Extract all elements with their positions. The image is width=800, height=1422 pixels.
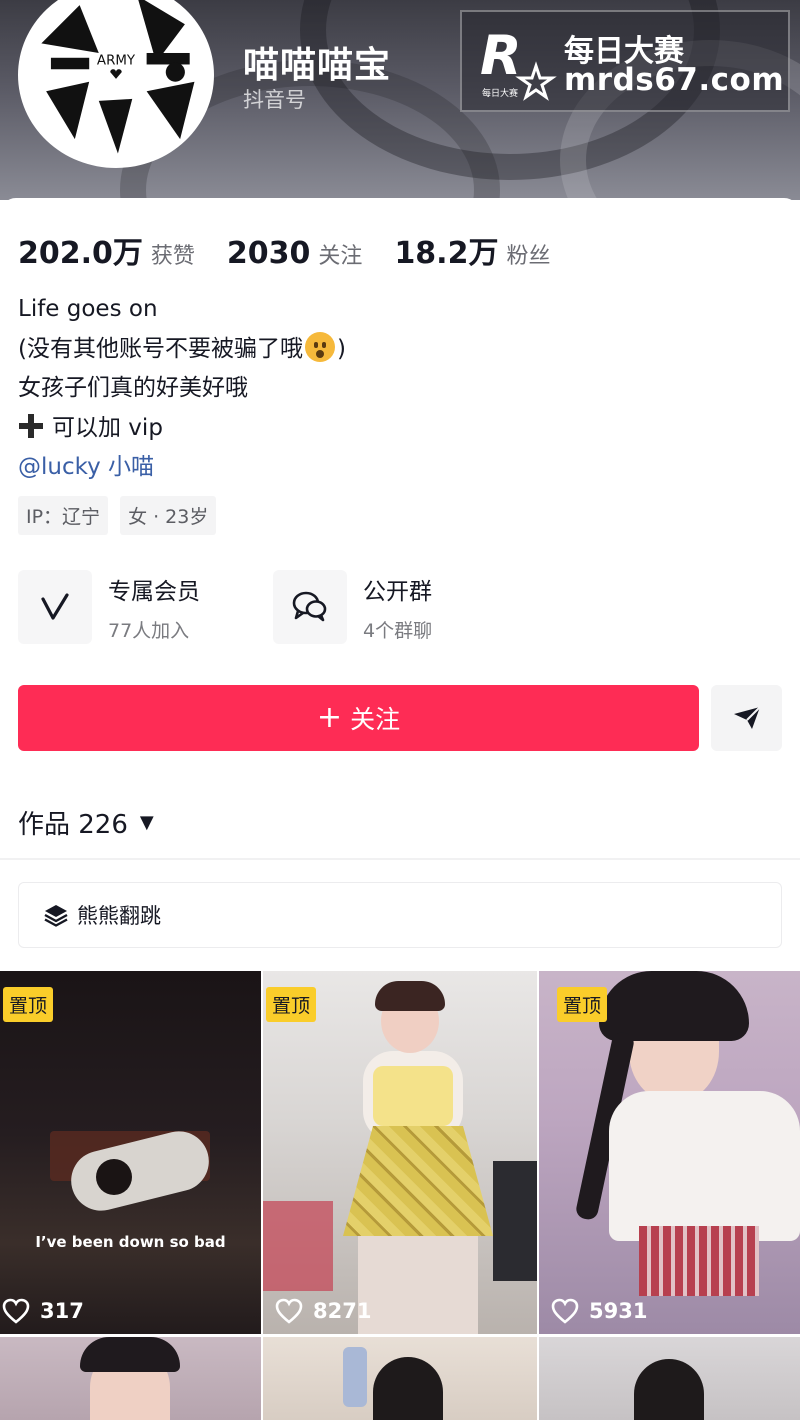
heart-icon	[275, 1298, 303, 1324]
heart-icon	[2, 1298, 30, 1324]
video-thumbnail[interactable]	[0, 1337, 261, 1420]
stat-followers-label: 粉丝	[506, 244, 551, 269]
thumbnail-scene	[343, 1126, 493, 1236]
profile-header: ARMY 喵喵喵宝 抖音号 R 每日大赛 每日大赛 mrds67.com	[0, 0, 800, 200]
bio-line-4: 可以加 vip	[18, 409, 346, 449]
thumbnail-scene	[343, 1347, 367, 1407]
stat-likes[interactable]: 202.0万 获赞	[18, 228, 195, 272]
thumbnail-scene	[375, 981, 445, 1011]
bio-line-3: 女孩子们真的好美好哦	[18, 375, 248, 401]
stat-following[interactable]: 2030 关注	[227, 236, 363, 271]
like-count: 8271	[275, 1298, 371, 1324]
plus-icon: +	[316, 700, 343, 735]
thumbnail-scene	[609, 1091, 800, 1241]
stat-following-label: 关注	[318, 244, 363, 269]
chat-group-icon	[273, 570, 347, 644]
like-count-value: 8271	[313, 1299, 372, 1323]
bio-line-4-text: 可以加 vip	[52, 414, 163, 441]
like-count-value: 317	[40, 1299, 84, 1323]
feature-title: 专属会员	[108, 578, 200, 605]
exclusive-membership-entry[interactable]: 专属会员 77人加入	[18, 570, 273, 644]
video-thumbnail[interactable]: 置顶 5931	[539, 971, 800, 1334]
caret-down-icon: ▼	[139, 812, 154, 833]
like-count: 5931	[551, 1298, 647, 1324]
thumbnail-scene	[96, 1159, 132, 1195]
thumbnail-scene	[639, 1226, 759, 1296]
ip-location-tag: IP：辽宁	[18, 496, 109, 535]
pinned-badge: 置顶	[266, 987, 317, 1022]
avatar-artwork: ARMY	[27, 0, 205, 164]
works-label: 作品 226	[18, 810, 128, 840]
stat-following-value: 2030	[226, 236, 311, 271]
watermark-logo-text: 每日大赛	[482, 87, 518, 99]
thumbnail-scene	[373, 1357, 443, 1420]
feature-title: 公开群	[363, 578, 432, 605]
stat-likes-label: 获赞	[150, 244, 195, 269]
collection-entry[interactable]: 熊熊翻跳	[18, 882, 782, 948]
avatar-text: ARMY	[97, 53, 136, 68]
bio-line-2-text: (没有其他账号不要被骗了哦	[18, 335, 303, 362]
stat-likes-value: 202.0万	[18, 236, 143, 271]
watermark-logo-icon: R 每日大赛	[480, 24, 557, 101]
thumbnail-scene	[373, 1066, 453, 1126]
works-tab[interactable]: 作品 226 ▼	[18, 804, 154, 841]
bio-line-1: Life goes on	[18, 296, 158, 322]
thumbnail-scene	[599, 971, 749, 1041]
share-button[interactable]	[711, 685, 782, 751]
thumbnail-scene	[358, 1236, 478, 1334]
video-thumbnail[interactable]	[539, 1337, 800, 1420]
thumbnail-scene	[263, 1201, 333, 1291]
watermark-url: mrds67.com	[564, 62, 785, 98]
thumbnail-scene	[493, 1161, 537, 1281]
feature-subtitle: 77人加入	[108, 619, 190, 642]
divider	[0, 858, 800, 860]
thumbnail-scene	[634, 1359, 704, 1420]
collection-label: 熊熊翻跳	[77, 904, 161, 928]
video-thumbnail[interactable]: 置顶 I’ve been down so bad 317	[0, 971, 261, 1334]
follow-button[interactable]: + 关注	[18, 685, 699, 751]
feature-subtitle: 4个群聊	[363, 619, 433, 642]
douyin-id-label[interactable]: 抖音号	[243, 84, 306, 114]
bio-mention-link[interactable]: @lucky 小喵	[18, 448, 346, 488]
watermark-badge: R 每日大赛 每日大赛 mrds67.com	[460, 10, 790, 112]
stat-followers-value: 18.2万	[394, 236, 499, 271]
send-arrow-icon	[733, 706, 761, 729]
bio: Life goes on (没有其他账号不要被骗了哦) 女孩子们真的好美好哦 可…	[18, 290, 346, 488]
heart-icon	[551, 1298, 579, 1324]
feature-entries: 专属会员 77人加入 公开群 4个群聊	[18, 570, 528, 644]
public-group-entry[interactable]: 公开群 4个群聊	[273, 570, 528, 644]
stats-row: 202.0万 获赞 2030 关注 18.2万 粉丝	[18, 228, 582, 272]
layers-icon	[44, 905, 68, 927]
profile-tags: IP：辽宁 女 · 23岁	[18, 496, 228, 535]
plus-icon	[18, 413, 44, 439]
profile-card: 202.0万 获赞 2030 关注 18.2万 粉丝 Life goes on …	[0, 198, 800, 1422]
stat-followers[interactable]: 18.2万 粉丝	[394, 228, 550, 272]
video-thumbnail[interactable]: 置顶 8271	[263, 971, 537, 1334]
like-count-value: 5931	[589, 1299, 648, 1323]
v-member-icon	[18, 570, 92, 644]
gender-age-tag: 女 · 23岁	[120, 496, 217, 535]
nickname: 喵喵喵宝	[243, 45, 392, 86]
pinned-badge: 置顶	[3, 987, 54, 1022]
like-count: 317	[2, 1298, 84, 1324]
thumbnail-scene	[80, 1337, 180, 1372]
follow-button-label: 关注	[350, 705, 401, 734]
pinned-badge: 置顶	[557, 987, 608, 1022]
video-thumbnail[interactable]	[263, 1337, 537, 1420]
bio-line-2-end: )	[336, 335, 346, 362]
video-caption: I’ve been down so bad	[35, 1233, 226, 1251]
surprised-emoji-icon	[304, 331, 335, 362]
bio-line-2: (没有其他账号不要被骗了哦)	[18, 330, 346, 370]
svg-text:R: R	[480, 24, 522, 87]
